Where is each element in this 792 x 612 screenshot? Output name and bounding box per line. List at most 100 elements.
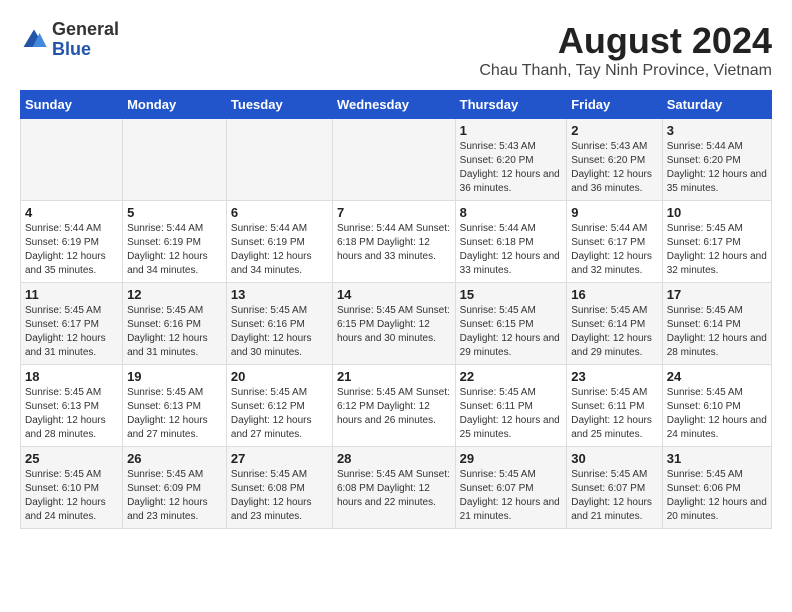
calendar-cell: 7Sunrise: 5:44 AM Sunset: 6:18 PM Daylig… — [332, 201, 455, 283]
calendar-cell: 17 Sunrise: 5:45 AM Sunset: 6:14 PM Dayli… — [662, 283, 771, 365]
day-info: Sunrise: 5:45 AM Sunset: 6:14 PM Dayligh… — [667, 304, 767, 360]
day-number: 16 — [571, 287, 658, 302]
day-info: Sunrise: 5:44 AM Sunset: 6:17 PM Dayligh… — [571, 222, 658, 278]
calendar-cell: 2 Sunrise: 5:43 AM Sunset: 6:20 PM Daylig… — [567, 119, 663, 201]
day-info: Sunrise: 5:45 AM Sunset: 6:15 PM Dayligh… — [337, 304, 451, 346]
day-number: 23 — [571, 369, 658, 384]
day-number: 29 — [460, 451, 563, 466]
calendar-cell: 19Sunrise: 5:45 AM Sunset: 6:13 PM Dayli… — [123, 365, 227, 447]
day-number: 25 — [25, 451, 118, 466]
calendar-table: SundayMondayTuesdayWednesdayThursdayFrid… — [20, 90, 772, 529]
day-info: Sunrise: 5:44 AM Sunset: 6:18 PM Dayligh… — [460, 222, 563, 278]
calendar-cell: 18Sunrise: 5:45 AM Sunset: 6:13 PM Dayli… — [21, 365, 123, 447]
day-number: 20 — [231, 369, 328, 384]
day-number: 15 — [460, 287, 563, 302]
calendar-cell: 28 Sunrise: 5:45 AM Sunset: 6:08 PM Dayli… — [332, 447, 455, 529]
day-info: Sunrise: 5:45 AM Sunset: 6:17 PM Dayligh… — [25, 304, 118, 360]
calendar-cell: 30Sunrise: 5:45 AM Sunset: 6:07 PM Dayli… — [567, 447, 663, 529]
calendar-cell: 3 Sunrise: 5:44 AM Sunset: 6:20 PM Daylig… — [662, 119, 771, 201]
day-info: Sunrise: 5:43 AM Sunset: 6:20 PM Dayligh… — [460, 140, 563, 196]
day-info: Sunrise: 5:45 AM Sunset: 6:11 PM Dayligh… — [571, 386, 658, 442]
day-info: Sunrise: 5:45 AM Sunset: 6:14 PM Dayligh… — [571, 304, 658, 360]
day-info: Sunrise: 5:45 AM Sunset: 6:16 PM Dayligh… — [231, 304, 328, 360]
header-tuesday: Tuesday — [226, 91, 332, 119]
calendar-header: SundayMondayTuesdayWednesdayThursdayFrid… — [21, 91, 772, 119]
day-number: 28 — [337, 451, 451, 466]
day-number: 17 — [667, 287, 767, 302]
week-row-5: 25Sunrise: 5:45 AM Sunset: 6:10 PM Dayli… — [21, 447, 772, 529]
week-row-2: 4 Sunrise: 5:44 AM Sunset: 6:19 PM Daylig… — [21, 201, 772, 283]
header-saturday: Saturday — [662, 91, 771, 119]
week-row-1: 1 Sunrise: 5:43 AM Sunset: 6:20 PM Daylig… — [21, 119, 772, 201]
day-number: 3 — [667, 123, 767, 138]
calendar-cell: 21 Sunrise: 5:45 AM Sunset: 6:12 PM Dayli… — [332, 365, 455, 447]
day-number: 30 — [571, 451, 658, 466]
logo-icon — [20, 26, 48, 54]
day-number: 10 — [667, 205, 767, 220]
week-row-4: 18Sunrise: 5:45 AM Sunset: 6:13 PM Dayli… — [21, 365, 772, 447]
day-number: 11 — [25, 287, 118, 302]
calendar-cell: 8 Sunrise: 5:44 AM Sunset: 6:18 PM Daylig… — [455, 201, 567, 283]
day-number: 2 — [571, 123, 658, 138]
calendar-cell: 12 Sunrise: 5:45 AM Sunset: 6:16 PM Dayli… — [123, 283, 227, 365]
day-number: 9 — [571, 205, 658, 220]
day-info: Sunrise: 5:45 AM Sunset: 6:06 PM Dayligh… — [667, 468, 767, 524]
day-info: Sunrise: 5:45 AM Sunset: 6:12 PM Dayligh… — [337, 386, 451, 428]
calendar-cell: 24 Sunrise: 5:45 AM Sunset: 6:10 PM Dayli… — [662, 365, 771, 447]
day-info: Sunrise: 5:45 AM Sunset: 6:11 PM Dayligh… — [460, 386, 563, 442]
title-block: August 2024 Chau Thanh, Tay Ninh Provinc… — [479, 20, 772, 80]
day-info: Sunrise: 5:44 AM Sunset: 6:20 PM Dayligh… — [667, 140, 767, 196]
day-number: 27 — [231, 451, 328, 466]
day-info: Sunrise: 5:45 AM Sunset: 6:17 PM Dayligh… — [667, 222, 767, 278]
header-monday: Monday — [123, 91, 227, 119]
day-info: Sunrise: 5:45 AM Sunset: 6:10 PM Dayligh… — [667, 386, 767, 442]
day-number: 6 — [231, 205, 328, 220]
logo-general-text: General — [52, 19, 119, 39]
day-number: 21 — [337, 369, 451, 384]
day-number: 19 — [127, 369, 222, 384]
calendar-cell: 11 Sunrise: 5:45 AM Sunset: 6:17 PM Dayli… — [21, 283, 123, 365]
day-number: 5 — [127, 205, 222, 220]
calendar-cell: 16 Sunrise: 5:45 AM Sunset: 6:14 PM Dayli… — [567, 283, 663, 365]
day-number: 12 — [127, 287, 222, 302]
header: General Blue August 2024 Chau Thanh, Tay… — [20, 20, 772, 80]
calendar-cell: 22 Sunrise: 5:45 AM Sunset: 6:11 PM Dayli… — [455, 365, 567, 447]
calendar-cell — [226, 119, 332, 201]
day-number: 1 — [460, 123, 563, 138]
day-info: Sunrise: 5:44 AM Sunset: 6:19 PM Dayligh… — [127, 222, 222, 278]
day-info: Sunrise: 5:45 AM Sunset: 6:13 PM Dayligh… — [25, 386, 118, 442]
main-title: August 2024 — [479, 20, 772, 62]
calendar-cell: 20 Sunrise: 5:45 AM Sunset: 6:12 PM Dayli… — [226, 365, 332, 447]
calendar-cell: 5 Sunrise: 5:44 AM Sunset: 6:19 PM Daylig… — [123, 201, 227, 283]
header-wednesday: Wednesday — [332, 91, 455, 119]
calendar-cell: 31Sunrise: 5:45 AM Sunset: 6:06 PM Dayli… — [662, 447, 771, 529]
calendar-body: 1 Sunrise: 5:43 AM Sunset: 6:20 PM Daylig… — [21, 119, 772, 529]
calendar-cell — [123, 119, 227, 201]
calendar-cell: 27 Sunrise: 5:45 AM Sunset: 6:08 PM Dayli… — [226, 447, 332, 529]
day-info: Sunrise: 5:44 AM Sunset: 6:19 PM Dayligh… — [231, 222, 328, 278]
calendar-cell: 1 Sunrise: 5:43 AM Sunset: 6:20 PM Daylig… — [455, 119, 567, 201]
day-info: Sunrise: 5:45 AM Sunset: 6:08 PM Dayligh… — [231, 468, 328, 524]
day-info: Sunrise: 5:45 AM Sunset: 6:12 PM Dayligh… — [231, 386, 328, 442]
day-info: Sunrise: 5:45 AM Sunset: 6:15 PM Dayligh… — [460, 304, 563, 360]
logo: General Blue — [20, 20, 119, 60]
calendar-cell: 10 Sunrise: 5:45 AM Sunset: 6:17 PM Dayli… — [662, 201, 771, 283]
calendar-cell: 4Sunrise: 5:44 AM Sunset: 6:19 PM Daylig… — [21, 201, 123, 283]
calendar-cell: 26Sunrise: 5:45 AM Sunset: 6:09 PM Dayli… — [123, 447, 227, 529]
day-info: Sunrise: 5:45 AM Sunset: 6:08 PM Dayligh… — [337, 468, 451, 510]
day-info: Sunrise: 5:45 AM Sunset: 6:16 PM Dayligh… — [127, 304, 222, 360]
day-number: 24 — [667, 369, 767, 384]
calendar-cell: 29 Sunrise: 5:45 AM Sunset: 6:07 PM Dayli… — [455, 447, 567, 529]
day-number: 7 — [337, 205, 451, 220]
logo-blue-text: Blue — [52, 39, 91, 59]
day-number: 22 — [460, 369, 563, 384]
header-thursday: Thursday — [455, 91, 567, 119]
day-info: Sunrise: 5:45 AM Sunset: 6:07 PM Dayligh… — [460, 468, 563, 524]
day-number: 4 — [25, 205, 118, 220]
day-number: 13 — [231, 287, 328, 302]
calendar-cell: 13 Sunrise: 5:45 AM Sunset: 6:16 PM Dayli… — [226, 283, 332, 365]
day-info: Sunrise: 5:43 AM Sunset: 6:20 PM Dayligh… — [571, 140, 658, 196]
day-info: Sunrise: 5:45 AM Sunset: 6:09 PM Dayligh… — [127, 468, 222, 524]
day-number: 8 — [460, 205, 563, 220]
header-sunday: Sunday — [21, 91, 123, 119]
